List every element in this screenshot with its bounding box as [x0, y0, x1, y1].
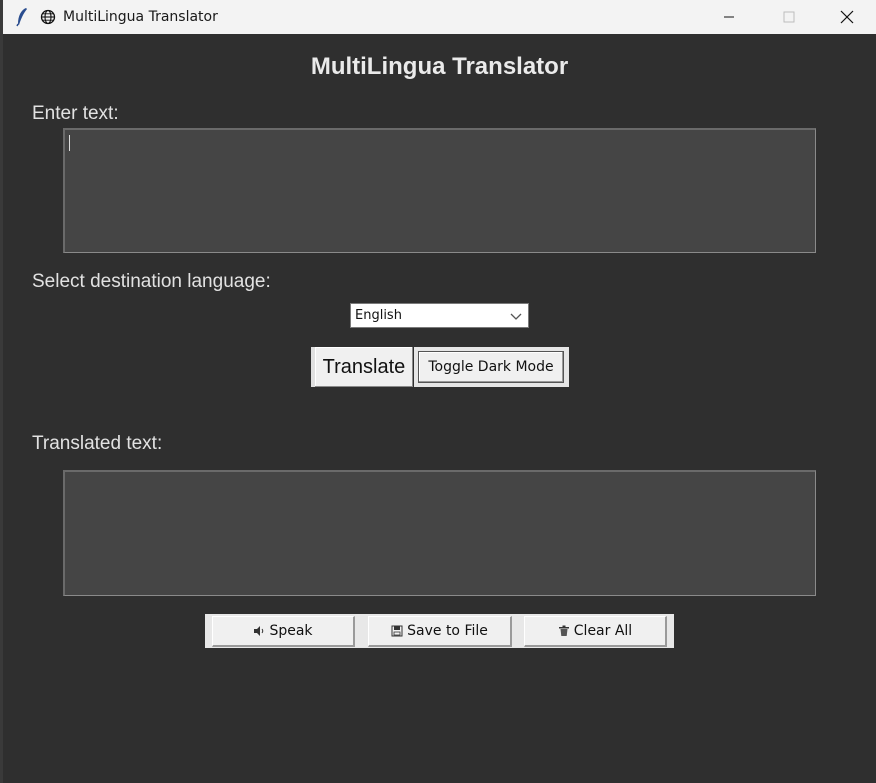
language-selected-value: English: [355, 308, 402, 323]
minimize-button[interactable]: [700, 0, 758, 34]
chevron-down-icon: [510, 313, 522, 320]
speaker-icon: [254, 626, 264, 636]
translated-text-output[interactable]: [63, 470, 816, 596]
window-title: MultiLingua Translator: [63, 9, 218, 25]
enter-text-label: Enter text:: [32, 103, 119, 124]
close-button[interactable]: [818, 0, 876, 34]
select-language-label: Select destination language:: [32, 271, 271, 292]
trash-icon: [558, 625, 569, 636]
speak-label: Speak: [269, 623, 313, 639]
toggle-dark-mode-button[interactable]: Toggle Dark Mode: [418, 351, 564, 383]
maximize-button[interactable]: [760, 0, 818, 34]
language-select[interactable]: English: [350, 303, 529, 328]
page-title: MultiLingua Translator: [310, 53, 569, 80]
text-caret: [69, 135, 70, 151]
floppy-disk-icon: [391, 625, 403, 637]
minimize-icon: [724, 16, 734, 18]
maximize-icon: [783, 11, 795, 23]
translate-button[interactable]: Translate: [311, 347, 413, 387]
app-window: MultiLingua Translator MultiLingua Trans…: [3, 0, 876, 783]
title-bar: MultiLingua Translator: [3, 0, 876, 34]
feather-icon: [16, 8, 27, 27]
globe-icon: [40, 9, 56, 25]
clear-all-button[interactable]: Clear All: [524, 616, 667, 647]
close-icon: [840, 10, 854, 24]
source-text-input[interactable]: [63, 128, 816, 253]
save-to-file-button[interactable]: Save to File: [368, 616, 512, 647]
save-label: Save to File: [407, 623, 488, 639]
clear-label: Clear All: [573, 623, 633, 639]
translated-text-label: Translated text:: [32, 433, 163, 454]
speak-button[interactable]: Speak: [212, 616, 355, 647]
